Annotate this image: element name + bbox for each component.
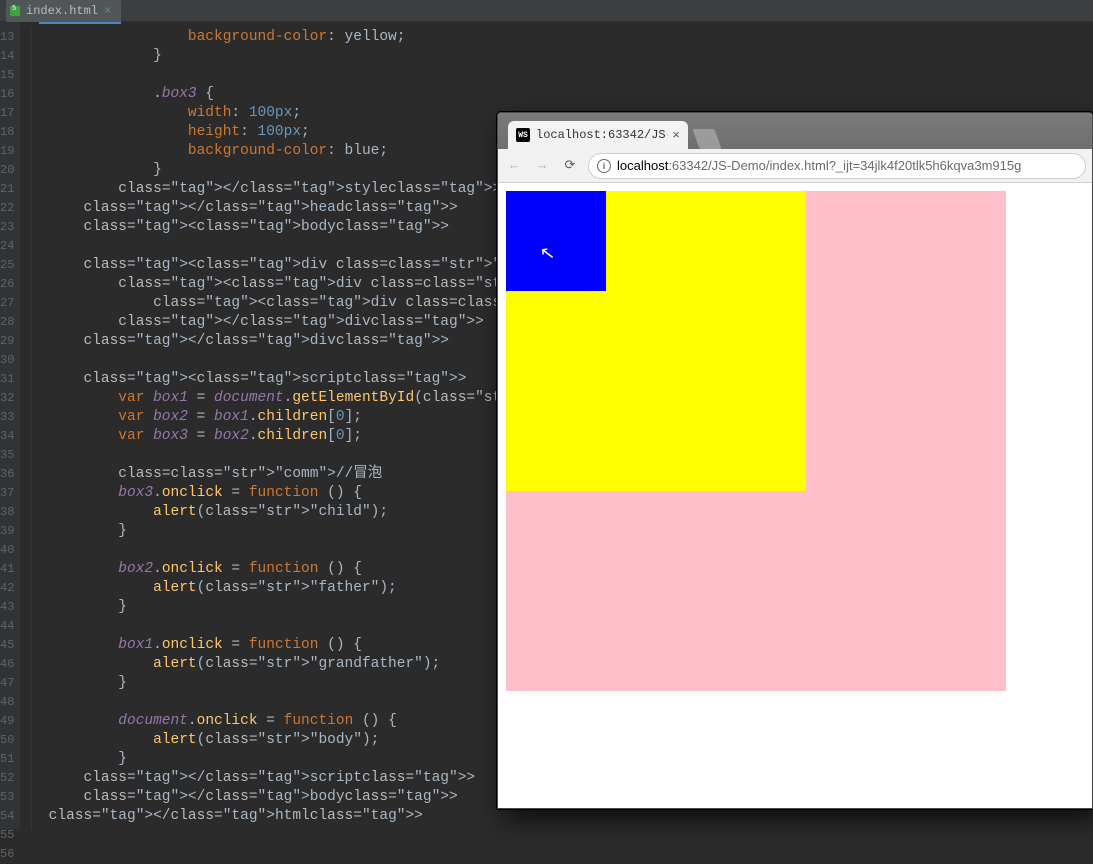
- fold-column: [20, 22, 39, 829]
- box1[interactable]: ↖: [506, 191, 1006, 691]
- box2[interactable]: ↖: [506, 191, 806, 491]
- close-icon[interactable]: ×: [104, 4, 111, 18]
- mouse-cursor-icon: ↖: [539, 242, 557, 266]
- html-file-icon: [10, 6, 20, 16]
- box3[interactable]: ↖: [506, 191, 606, 291]
- close-icon[interactable]: ×: [672, 128, 680, 143]
- browser-tab-title: localhost:63342/JS-De: [536, 128, 668, 142]
- browser-tab-strip: WS localhost:63342/JS-De ×: [498, 113, 1092, 149]
- url-host: localhost: [617, 158, 668, 173]
- browser-tab[interactable]: WS localhost:63342/JS-De ×: [508, 121, 688, 149]
- url-path: :63342/JS-Demo/index.html?_ijt=34jlk4f20…: [668, 158, 1021, 173]
- editor-tab[interactable]: index.html ×: [6, 0, 121, 22]
- back-button[interactable]: ←: [504, 158, 524, 173]
- forward-button[interactable]: →: [532, 158, 552, 173]
- line-number-gutter: 1314151617181920212223242526272829303132…: [0, 22, 20, 829]
- browser-viewport: ↖: [498, 183, 1092, 808]
- browser-toolbar: ← → ⟳ i localhost:63342/JS-Demo/index.ht…: [498, 149, 1092, 183]
- editor-tab-filename: index.html: [26, 4, 98, 18]
- site-info-icon[interactable]: i: [597, 159, 611, 173]
- reload-button[interactable]: ⟳: [560, 158, 580, 173]
- browser-window: WS localhost:63342/JS-De × ← → ⟳ i local…: [497, 112, 1093, 809]
- address-bar[interactable]: i localhost:63342/JS-Demo/index.html?_ij…: [588, 153, 1086, 179]
- editor-tab-bar: index.html ×: [0, 0, 1093, 22]
- favicon: WS: [516, 128, 530, 142]
- new-tab-button[interactable]: [692, 129, 721, 149]
